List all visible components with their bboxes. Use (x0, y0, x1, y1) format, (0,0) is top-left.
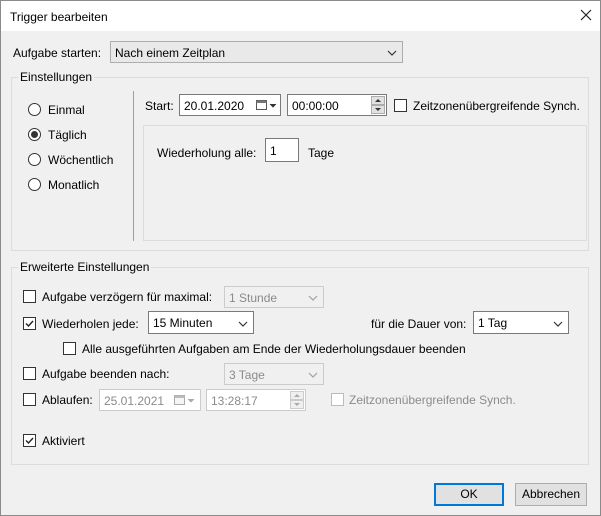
calendar-icon[interactable] (256, 99, 278, 111)
spinner-icon[interactable] (371, 96, 385, 114)
radio-weekly-label: Wöchentlich (48, 153, 114, 167)
stop-all-checkbox[interactable] (63, 342, 76, 355)
dialog-window: Trigger bearbeiten Aufgabe starten: Nach… (0, 0, 601, 516)
radio-monthly-label: Monatlich (48, 178, 100, 192)
settings-legend: Einstellungen (18, 70, 95, 84)
radio-weekly-button[interactable] (28, 153, 41, 166)
duration-label: für die Dauer von: (371, 317, 467, 331)
stop-after-value: 3 Tage (229, 368, 265, 382)
expire-date-picker[interactable]: 25.01.2021 (99, 389, 201, 411)
start-task-label: Aufgabe starten: (13, 46, 102, 60)
enabled-checkbox[interactable] (23, 434, 36, 447)
start-task-value: Nach einem Zeitplan (115, 46, 226, 60)
enabled-label: Aktiviert (42, 434, 85, 448)
expire-sync-label: Zeitzonenübergreifende Synch. (349, 393, 516, 407)
repeat-label: Wiederholen jede: (42, 317, 139, 331)
radio-daily-button[interactable] (28, 128, 41, 141)
radio-monthly-button[interactable] (28, 178, 41, 191)
expire-checkbox[interactable] (23, 393, 36, 406)
delay-label: Aufgabe verzögern für maximal: (42, 290, 213, 304)
expire-date-value: 25.01.2021 (104, 394, 165, 408)
radio-daily-label: Täglich (48, 128, 87, 142)
spinner-icon[interactable] (290, 391, 304, 409)
start-date-value: 20.01.2020 (184, 99, 245, 113)
sync-label: Zeitzonenübergreifende Synch. (413, 99, 580, 113)
title-bar: Trigger bearbeiten (1, 1, 600, 31)
start-time-field[interactable]: 00:00:00 (287, 94, 387, 116)
radio-once-label: Einmal (48, 103, 85, 117)
repeat-unit-label: Tage (308, 146, 335, 160)
advanced-legend: Erweiterte Einstellungen (18, 260, 152, 274)
delay-select[interactable]: 1 Stunde (224, 286, 324, 308)
radio-once-button[interactable] (28, 103, 41, 116)
chevron-down-icon (308, 295, 318, 301)
expire-time-field[interactable]: 13:28:17 (206, 389, 306, 411)
close-icon (580, 9, 592, 21)
ok-button[interactable]: OK (434, 483, 504, 506)
expire-label: Ablaufen: (42, 393, 93, 407)
checkmark-icon (25, 437, 34, 445)
settings-divider (133, 91, 134, 241)
repeat-checkbox[interactable] (23, 317, 36, 330)
cancel-button[interactable]: Abbrechen (515, 483, 587, 506)
checkmark-icon (25, 320, 34, 328)
stop-after-checkbox[interactable] (23, 367, 36, 380)
close-button[interactable] (578, 7, 594, 23)
start-time-value: 00:00:00 (292, 99, 339, 113)
start-date-picker[interactable]: 20.01.2020 (179, 94, 281, 116)
repeat-every-label: Wiederholung alle: (157, 146, 257, 160)
repeat-interval-select[interactable]: 15 Minuten (148, 311, 254, 334)
stop-after-select[interactable]: 3 Tage (224, 363, 324, 385)
calendar-icon[interactable] (174, 394, 196, 406)
expire-time-value: 13:28:17 (211, 394, 258, 408)
window-title: Trigger bearbeiten (10, 10, 108, 24)
chevron-down-icon (308, 372, 318, 378)
expire-sync-checkbox[interactable] (331, 393, 344, 406)
delay-value: 1 Stunde (229, 291, 278, 305)
recurrence-panel (143, 125, 587, 241)
stop-all-label: Alle ausgeführten Aufgaben am Ende der W… (82, 342, 466, 356)
repeat-every-value: 1 (270, 144, 277, 158)
chevron-down-icon (238, 321, 248, 327)
stop-after-label: Aufgabe beenden nach: (42, 367, 170, 381)
start-label: Start: (145, 99, 174, 113)
delay-checkbox[interactable] (23, 290, 36, 303)
start-task-select[interactable]: Nach einem Zeitplan (110, 41, 403, 63)
duration-value: 1 Tag (478, 316, 508, 330)
sync-checkbox[interactable] (394, 99, 407, 112)
repeat-every-input[interactable]: 1 (265, 138, 299, 162)
chevron-down-icon (387, 50, 397, 56)
repeat-interval-value: 15 Minuten (153, 316, 213, 330)
chevron-down-icon (553, 321, 563, 327)
duration-select[interactable]: 1 Tag (473, 311, 569, 334)
